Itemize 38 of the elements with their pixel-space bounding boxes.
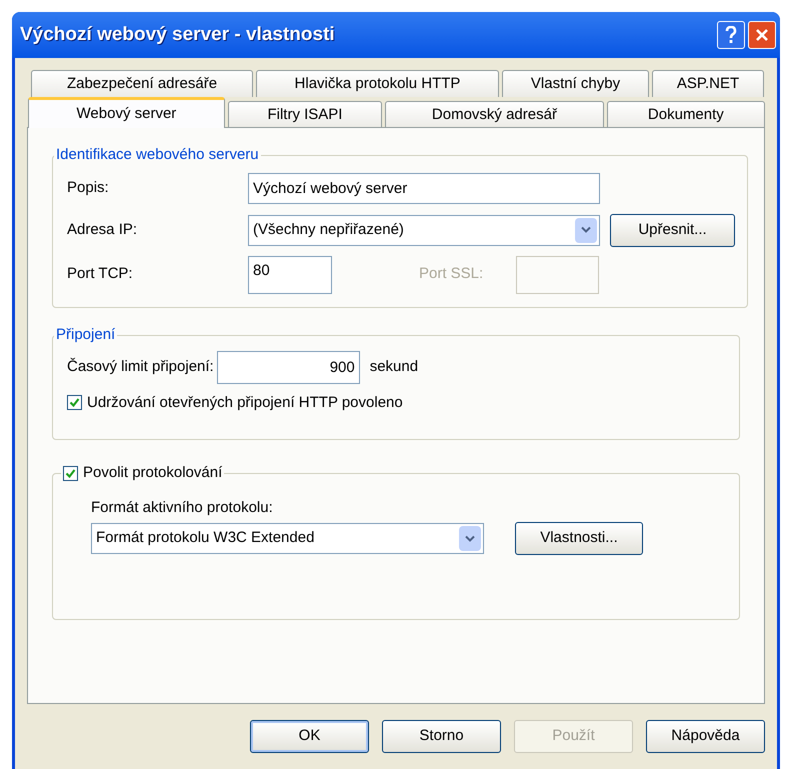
field-label: Popis: [67, 178, 110, 198]
input-field[interactable]: Výchozí webový server [248, 172, 600, 204]
input-field[interactable]: 900 [216, 350, 360, 384]
input-field[interactable]: 80 [248, 256, 332, 294]
checkbox[interactable] [67, 395, 82, 410]
dropdown-field[interactable]: Formát protokolu W3C Extended [91, 523, 484, 554]
checkbox-label: Udržování otevřených připojení HTTP povoleno [87, 392, 403, 412]
checkbox-label: Povolit protokolování [83, 463, 222, 483]
tab[interactable]: Domovský adresář [385, 101, 604, 128]
checkbox[interactable] [63, 466, 78, 481]
tab[interactable]: Dokumenty [606, 101, 765, 128]
help-button[interactable] [717, 21, 745, 49]
group-title: Identifikace webového serveru [55, 145, 260, 165]
tab[interactable]: Filtry ISAPI [228, 101, 382, 128]
dialog-button[interactable]: Nápověda [646, 720, 765, 753]
group-title: Připojení [55, 325, 116, 345]
dialog-button[interactable]: Storno [382, 720, 501, 753]
close-button[interactable] [748, 21, 776, 49]
close-icon [755, 28, 769, 42]
checkmark-icon [69, 397, 80, 408]
field-label: Časový limit připojení: [67, 356, 214, 377]
checkmark-icon [65, 468, 76, 479]
dropdown-field[interactable]: (Všechny nepřiřazené) [248, 214, 600, 246]
properties-button[interactable]: Vlastnosti... [515, 522, 643, 555]
field-label: Port SSL: [419, 264, 484, 284]
tab[interactable]: Hlavička protokolu HTTP [256, 70, 499, 97]
advanced-button[interactable]: Upřesnit... [610, 214, 735, 246]
field-label: Port TCP: [67, 264, 134, 284]
tab[interactable]: Webový server [28, 97, 225, 128]
tab[interactable]: ASP.NET [652, 70, 764, 97]
unit-label: sekund [370, 356, 418, 377]
question-mark-icon [725, 26, 737, 44]
dialog-button[interactable]: OK [250, 720, 369, 753]
tab[interactable]: Zabezpečení adresáře [31, 70, 253, 97]
tab[interactable]: Vlastní chyby [502, 70, 649, 97]
field-label: Adresa IP: [67, 220, 138, 240]
field-label: Formát aktivního protokolu: [91, 498, 273, 518]
window-title: Výchozí webový server - vlastnosti [20, 22, 336, 47]
